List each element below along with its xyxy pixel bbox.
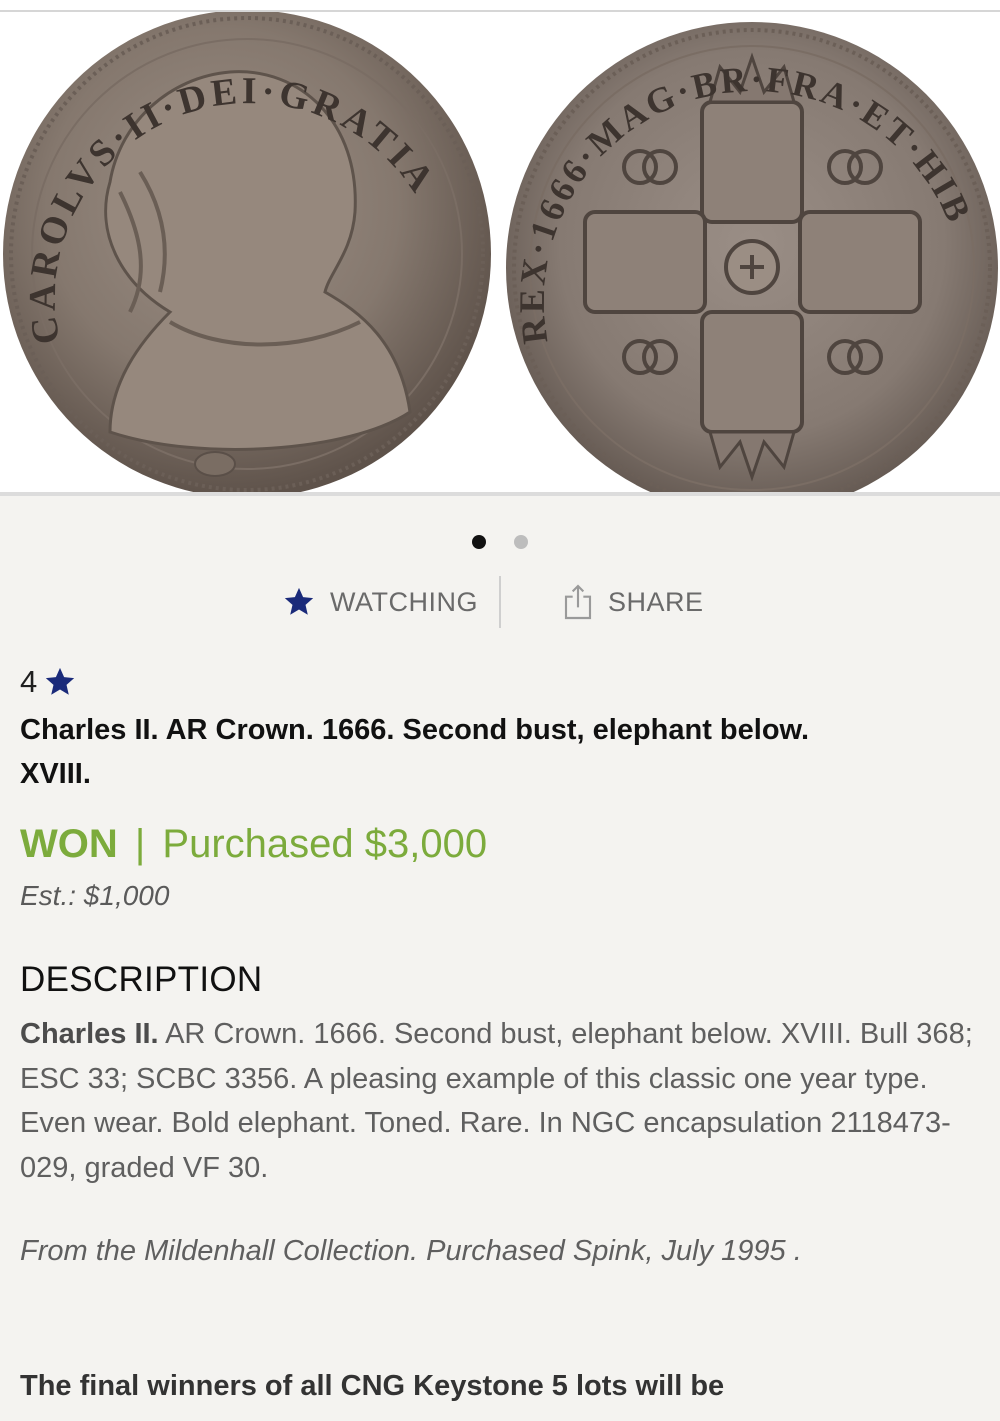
image-gallery[interactable]: CAROLVS·II·DEI·GRATIA REX·1666·MAG·BR·FR… [0, 12, 1000, 496]
description-heading: DESCRIPTION [20, 960, 263, 999]
gallery-pagination [0, 533, 1000, 551]
action-bar: WATCHING SHARE [0, 574, 1000, 630]
watch-label: WATCHING [330, 586, 478, 617]
coin-images: CAROLVS·II·DEI·GRATIA REX·1666·MAG·BR·FR… [3, 12, 998, 492]
description-text: AR Crown. 1666. Second bust, elephant be… [20, 1018, 973, 1184]
lot-estimate: Est.: $1,000 [20, 880, 170, 911]
lot-number: 4 [20, 664, 77, 700]
star-icon [46, 667, 75, 695]
description-body: Charles II. AR Crown. 1666. Second bust,… [20, 1012, 980, 1190]
pagination-dot-2[interactable] [514, 534, 529, 549]
status-separator: | [134, 822, 146, 866]
share-label: SHARE [608, 586, 704, 617]
lot-number-value: 4 [20, 664, 38, 699]
status-purchased: Purchased $3,000 [162, 822, 488, 866]
lot-title: Charles II. AR Crown. 1666. Second bust,… [20, 714, 810, 790]
provenance-note: From the Mildenhall Collection. Purchase… [20, 1235, 802, 1267]
top-divider [0, 0, 1000, 12]
share-icon [564, 584, 592, 620]
status-won: WON [20, 822, 118, 866]
description-lead: Charles II. [20, 1018, 159, 1050]
coin-obverse: CAROLVS·II·DEI·GRATIA [3, 12, 491, 492]
coin-reverse: REX·1666·MAG·BR·FRA·ET·HIB [506, 22, 998, 492]
action-divider [499, 576, 501, 628]
star-icon [284, 587, 314, 615]
final-winners-note: The final winners of all CNG Keystone 5 … [20, 1370, 725, 1402]
lot-status: WON | Purchased $3,000 [20, 822, 487, 867]
pagination-dot-1[interactable] [471, 534, 486, 549]
share-button[interactable]: SHARE [562, 582, 704, 622]
watch-button[interactable]: WATCHING [282, 582, 478, 622]
